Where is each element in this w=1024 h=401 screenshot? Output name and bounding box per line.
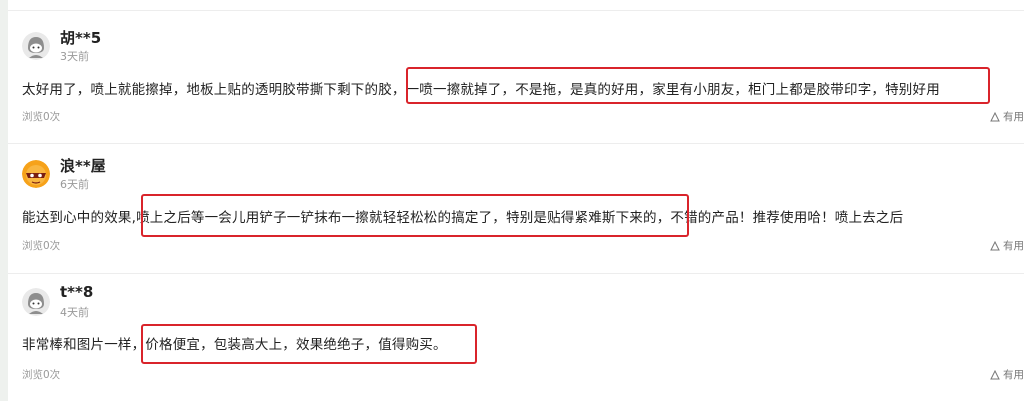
orange-masked-avatar-icon[interactable] xyxy=(22,160,50,188)
review-list-page: 胡**5 3天前 太好用了，喷上就能擦掉，地板上贴的透明胶带撕下剩下的胶，一喷一… xyxy=(0,0,1024,401)
view-count: 浏览0次 xyxy=(22,111,61,123)
reviewer-name: t**8 xyxy=(60,283,94,301)
review-time: 6天前 xyxy=(60,178,89,191)
useful-label: 有用 xyxy=(1003,240,1024,252)
top-divider xyxy=(8,10,1024,11)
grey-cartoon-avatar-icon[interactable] xyxy=(22,288,50,316)
useful-label: 有用 xyxy=(1003,369,1024,381)
useful-button[interactable]: 有用 xyxy=(990,109,1024,124)
useful-button[interactable]: 有用 xyxy=(990,238,1024,253)
view-count: 浏览0次 xyxy=(22,369,61,381)
thumbs-up-icon xyxy=(990,111,1000,121)
highlight-box xyxy=(141,324,477,364)
reviewer-name: 浪**屋 xyxy=(60,157,106,175)
left-gutter xyxy=(0,0,8,401)
view-count: 浏览0次 xyxy=(22,240,61,252)
reviewer-name: 胡**5 xyxy=(60,29,102,47)
review-time: 4天前 xyxy=(60,306,89,319)
highlight-box xyxy=(406,67,990,104)
review-item: 胡**5 3天前 太好用了，喷上就能擦掉，地板上贴的透明胶带撕下剩下的胶，一喷一… xyxy=(8,14,1024,144)
grey-cartoon-avatar-icon[interactable] xyxy=(22,32,50,60)
review-time: 3天前 xyxy=(60,50,89,63)
useful-label: 有用 xyxy=(1003,111,1024,123)
review-item: t**8 4天前 非常棒和图片一样，价格便宜，包装高大上，效果绝绝子，值得购买。… xyxy=(8,273,1024,401)
thumbs-up-icon xyxy=(990,240,1000,250)
useful-button[interactable]: 有用 xyxy=(990,367,1024,382)
highlight-box xyxy=(141,194,689,237)
review-item: 浪**屋 6天前 能达到心中的效果,喷上之后等一会儿用铲子一铲抹布一擦就轻轻松松… xyxy=(8,143,1024,274)
thumbs-up-icon xyxy=(990,369,1000,379)
